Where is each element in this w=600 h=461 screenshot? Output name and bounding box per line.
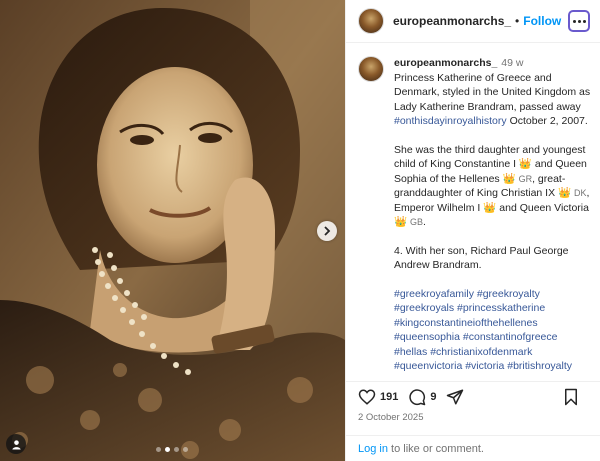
sepia-portrait-photo bbox=[0, 0, 345, 461]
user-icon bbox=[11, 439, 21, 450]
crown-icon: 👑 bbox=[558, 187, 572, 199]
post-side-panel: europeanmonarchs_ • Follow europeanmonar… bbox=[345, 0, 600, 461]
carousel-dots bbox=[156, 447, 188, 452]
post-media[interactable] bbox=[0, 0, 345, 461]
caption-scroll-area[interactable]: europeanmonarchs_ 49 w Princess Katherine… bbox=[346, 44, 600, 381]
comment-button[interactable]: 9 bbox=[408, 388, 436, 406]
flag-gb: GB bbox=[410, 217, 424, 227]
save-button[interactable] bbox=[563, 388, 579, 406]
crown-icon: 👑 bbox=[502, 172, 516, 185]
crown-icon: 👑 bbox=[518, 158, 532, 170]
header-separator: • bbox=[515, 14, 520, 28]
caption-paragraph-1: europeanmonarchs_ 49 w Princess Katherine… bbox=[394, 56, 592, 129]
flag-dk: DK bbox=[574, 188, 587, 198]
caption-avatar[interactable] bbox=[358, 56, 384, 82]
login-prompt-text: to like or comment. bbox=[387, 443, 484, 455]
bookmark-icon bbox=[565, 388, 577, 405]
chevron-right-icon bbox=[324, 226, 331, 236]
more-dot-icon bbox=[577, 19, 581, 23]
follow-button[interactable]: Follow bbox=[523, 14, 561, 28]
caption-text: and Queen Victoria bbox=[496, 201, 589, 214]
flag-gr: GR bbox=[518, 173, 533, 184]
tagged-users-button[interactable] bbox=[6, 434, 26, 454]
more-dot-icon bbox=[582, 19, 586, 23]
like-count: 191 bbox=[380, 390, 399, 403]
hashtag-link[interactable]: #onthisdayinroyalhistory bbox=[394, 115, 507, 127]
post-header: europeanmonarchs_ • Follow bbox=[346, 0, 600, 43]
share-icon bbox=[447, 389, 464, 404]
more-options-button[interactable] bbox=[568, 10, 590, 32]
carousel-dot bbox=[174, 447, 179, 452]
carousel-dot bbox=[156, 447, 161, 452]
caption-row: europeanmonarchs_ 49 w Princess Katherine… bbox=[358, 56, 593, 374]
caption-text-1: Princess Katherine of Greece and Denmark… bbox=[394, 71, 591, 113]
crown-icon: 👑 bbox=[483, 201, 497, 214]
post-date[interactable]: 2 October 2025 bbox=[358, 412, 424, 423]
more-dot-icon bbox=[572, 19, 576, 23]
comment-icon bbox=[409, 388, 426, 405]
carousel-next-button[interactable] bbox=[317, 221, 337, 241]
caption-text: . bbox=[423, 216, 426, 228]
caption-paragraph-3: 4. With her son, Richard Paul George And… bbox=[394, 244, 569, 272]
post-age: 49 w bbox=[501, 57, 524, 69]
caption-username[interactable]: europeanmonarchs_ bbox=[394, 57, 497, 69]
carousel-dot-active bbox=[165, 447, 170, 452]
caption-text-1-end: October 2, 2007. bbox=[506, 115, 588, 127]
crown-icon: 👑 bbox=[394, 216, 408, 228]
share-button[interactable] bbox=[446, 388, 464, 406]
comment-count: 9 bbox=[430, 390, 437, 403]
header-username[interactable]: europeanmonarchs_ bbox=[393, 14, 511, 28]
login-prompt: Log in to like or comment. bbox=[346, 435, 600, 461]
like-button[interactable]: 191 bbox=[358, 388, 398, 406]
caption-paragraph-2: She was the third daughter and youngest … bbox=[394, 143, 592, 230]
action-bar: 191 9 bbox=[346, 381, 600, 411]
login-link[interactable]: Log in bbox=[358, 443, 388, 455]
avatar[interactable] bbox=[358, 8, 384, 34]
hashtag-list[interactable]: #greekroyafamily #greekroyalty #greekroy… bbox=[394, 287, 592, 374]
carousel-dot bbox=[183, 447, 188, 452]
heart-icon bbox=[358, 388, 376, 405]
caption-body: europeanmonarchs_ 49 w Princess Katherine… bbox=[394, 56, 592, 374]
